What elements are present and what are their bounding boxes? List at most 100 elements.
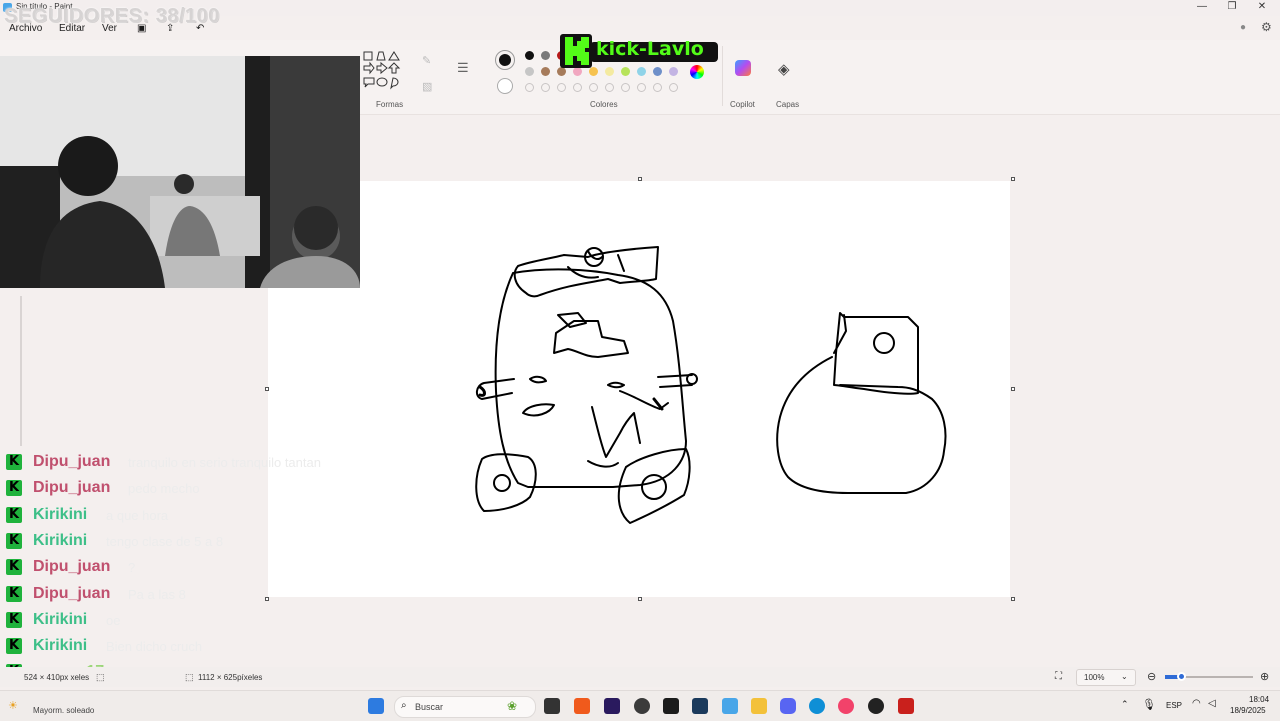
resize-handle-left[interactable] — [265, 387, 269, 391]
chat-message-text: tranquilo en serio tranquilo tantan — [128, 455, 321, 470]
swatch-custom-empty[interactable] — [669, 83, 678, 92]
clock-time[interactable]: 18:04 — [1249, 695, 1269, 704]
taskbar-search[interactable]: ⌕ Buscar ❀ — [394, 696, 536, 718]
brave-browser-icon[interactable] — [574, 698, 590, 714]
task-view-icon[interactable] — [544, 698, 560, 714]
chat-username: Kirikini — [33, 610, 88, 628]
shapes-gallery[interactable] — [362, 50, 406, 92]
group-label-formas: Formas — [376, 100, 404, 109]
swatch-gold[interactable] — [589, 67, 598, 76]
zoom-level: 100% — [1084, 673, 1105, 682]
steam-icon[interactable] — [692, 698, 708, 714]
chat-username: Dipu_juan — [33, 479, 111, 497]
minimize-button[interactable]: — — [1188, 1, 1216, 15]
chat-scrollbar[interactable] — [20, 296, 22, 446]
zoom-out-icon[interactable]: ⊖ — [1147, 670, 1156, 683]
chat-message-text: pedo mecho — [128, 481, 200, 497]
file-explorer-icon[interactable] — [751, 698, 767, 714]
swatch-brown[interactable] — [541, 67, 550, 76]
chat-username: Dipu_juan — [33, 558, 111, 576]
maximize-button[interactable]: ❐ — [1218, 1, 1246, 15]
fit-to-window-icon[interactable]: ⛶ — [1055, 671, 1062, 682]
followers-goal-overlay: SEGUIDORES: 38/100 — [4, 5, 220, 27]
copilot-icon[interactable] — [735, 60, 751, 76]
chat-message-text: Bien dicho cruch — [106, 639, 203, 655]
show-hidden-icons-chevron-icon[interactable]: ⌃ — [1121, 699, 1129, 710]
fill-icon[interactable]: ▧ — [422, 80, 432, 93]
swatch-pink[interactable] — [573, 67, 582, 76]
size-icon[interactable]: ☰ — [457, 60, 469, 76]
edge-browser-icon[interactable] — [809, 698, 825, 714]
layers-icon[interactable]: ◈ — [778, 60, 790, 78]
kick-badge-icon: K — [6, 638, 22, 655]
zoom-in-icon[interactable]: ⊕ — [1260, 670, 1269, 683]
search-placeholder: Buscar — [415, 702, 444, 712]
microphone-icon[interactable]: 🎙︎ — [1142, 698, 1156, 711]
language-indicator[interactable]: ESP — [1166, 701, 1182, 710]
zoom-select[interactable]: 100% ⌄ — [1076, 669, 1136, 686]
canvas-drawing — [475, 246, 947, 524]
swatch-custom-empty[interactable] — [573, 83, 582, 92]
kick-badge-icon: K — [6, 611, 22, 628]
volume-icon[interactable]: ◁ — [1208, 698, 1216, 709]
chat-username: Kirikini — [33, 531, 88, 549]
swatch-custom-empty[interactable] — [589, 83, 598, 92]
search-icon: ⌕ — [401, 700, 407, 711]
swatch-light-yellow[interactable] — [605, 67, 614, 76]
swatch-custom-empty[interactable] — [621, 83, 630, 92]
swatch-custom-empty[interactable] — [605, 83, 614, 92]
group-label-capas: Capas — [776, 100, 800, 109]
game-app-icon[interactable] — [898, 698, 914, 714]
swatch-gray[interactable] — [541, 51, 550, 60]
close-button[interactable]: ✕ — [1248, 1, 1276, 15]
windows-start-icon[interactable] — [368, 698, 384, 714]
swatch-custom-empty[interactable] — [557, 83, 566, 92]
resize-handle-top-right[interactable] — [1011, 177, 1015, 181]
swatch-custom-empty[interactable] — [637, 83, 646, 92]
premiere-pro-icon[interactable] — [604, 698, 620, 714]
app-icon[interactable] — [868, 698, 884, 714]
swatch-lime[interactable] — [621, 67, 630, 76]
outline-icon[interactable]: ✎ — [422, 54, 431, 67]
swatch-black[interactable] — [525, 51, 534, 60]
resize-handle-right[interactable] — [1011, 387, 1015, 391]
color-2-selector[interactable] — [497, 78, 513, 94]
swatch-custom-empty[interactable] — [653, 83, 662, 92]
swatch-steel-blue[interactable] — [653, 67, 662, 76]
resize-handle-bottom-right[interactable] — [1011, 597, 1015, 601]
zoom-slider-thumb[interactable] — [1177, 672, 1186, 681]
swatch-brown-2[interactable] — [557, 67, 566, 76]
obs-icon[interactable] — [634, 698, 650, 714]
status-bar: 524 × 410px xeles ⬚ ⬚ 1112 × 625píxeles … — [0, 667, 1280, 687]
paint-taskbar-icon[interactable] — [722, 698, 738, 714]
swatch-custom-empty[interactable] — [525, 83, 534, 92]
wifi-icon[interactable]: ◠ — [1192, 698, 1201, 709]
kick-channel-name: kick-Lavlo — [596, 38, 704, 60]
account-icon[interactable]: ● — [1240, 22, 1246, 33]
kick-badge-icon: K — [6, 585, 22, 602]
resize-handle-bottom-left[interactable] — [265, 597, 269, 601]
kick-badge-icon: K — [6, 559, 22, 576]
resize-handle-top[interactable] — [638, 177, 642, 181]
resize-handle-bottom[interactable] — [638, 597, 642, 601]
chat-username: Kirikini — [33, 505, 88, 523]
kick-badge-icon: K — [6, 480, 22, 497]
swatch-light-blue[interactable] — [637, 67, 646, 76]
epic-games-icon[interactable] — [663, 698, 679, 714]
color-1-selector[interactable] — [495, 50, 515, 70]
webcam-overlay — [0, 56, 360, 288]
settings-gear-icon[interactable]: ⚙ — [1261, 20, 1272, 34]
clock-date[interactable]: 18/9/2025 — [1230, 706, 1266, 715]
discord-icon[interactable] — [780, 698, 796, 714]
weather-text: Mayorm. soleado — [33, 706, 95, 715]
weather-icon[interactable]: ☀ — [8, 699, 18, 712]
swatch-light-gray[interactable] — [525, 67, 534, 76]
drawing-canvas[interactable] — [268, 181, 1010, 597]
cursor-position: 524 × 410px xeles — [24, 673, 90, 682]
kick-badge-icon: K — [6, 532, 22, 549]
music-app-icon[interactable] — [838, 698, 854, 714]
swatch-custom-empty[interactable] — [541, 83, 550, 92]
swatch-lavender[interactable] — [669, 67, 678, 76]
chat-username: Dipu_juan — [33, 453, 111, 470]
group-label-copilot: Copilot — [730, 100, 755, 109]
